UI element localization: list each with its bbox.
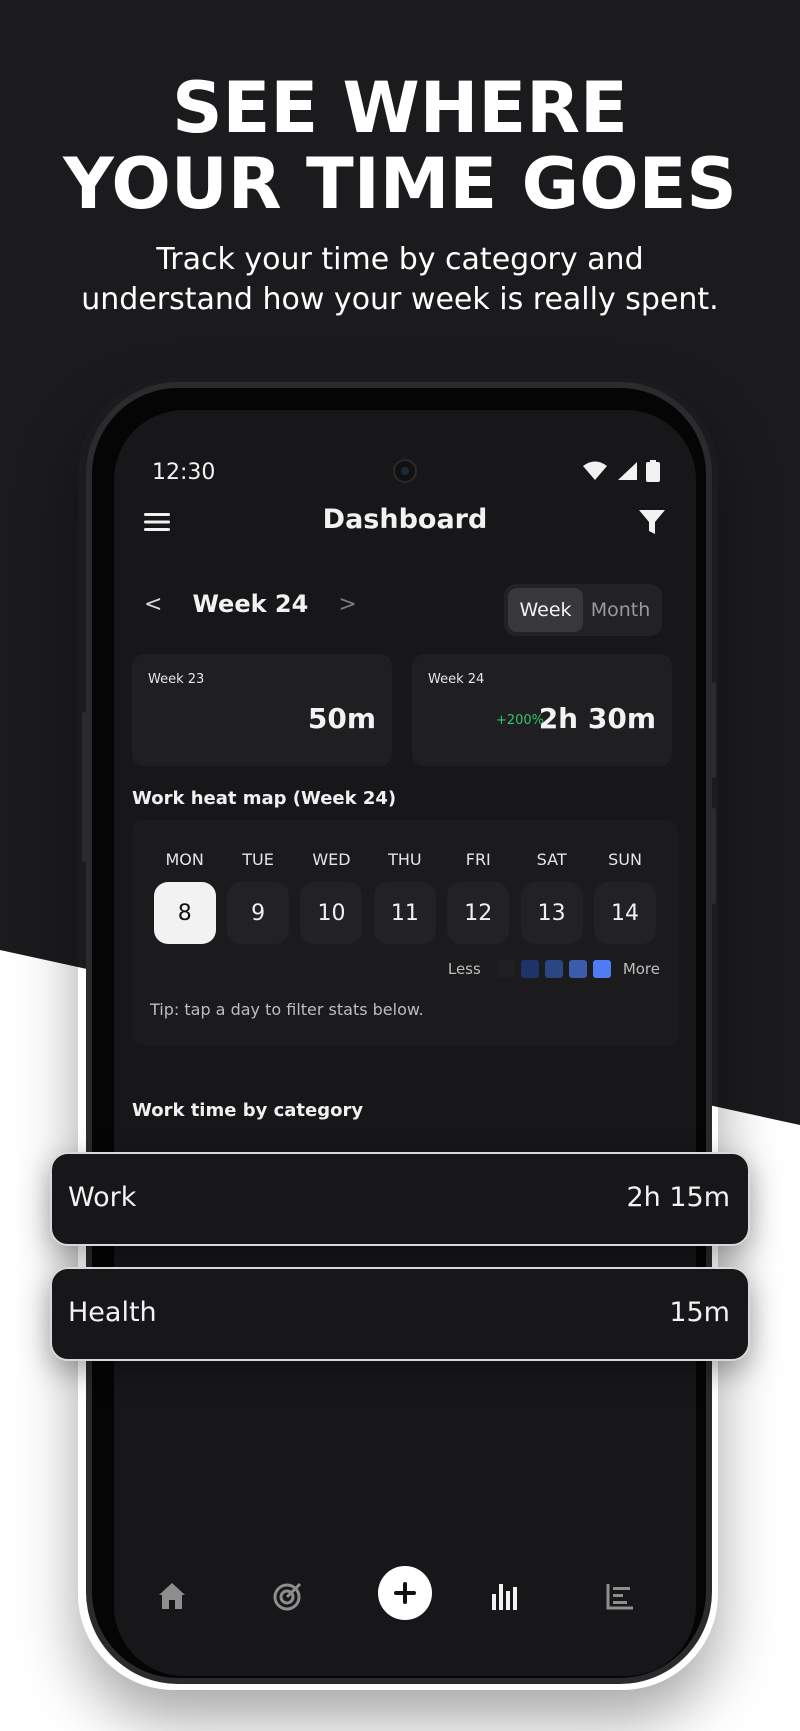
card-value: 50m xyxy=(307,702,376,735)
category-name: Health xyxy=(68,1297,157,1328)
list-chart-icon[interactable] xyxy=(600,1576,640,1616)
bottom-nav xyxy=(114,1566,696,1636)
add-icon xyxy=(394,1582,416,1604)
heat-map-days: 8 9 10 11 12 13 14 xyxy=(148,882,662,944)
legend-swatch-2 xyxy=(544,960,563,978)
home-icon[interactable] xyxy=(152,1576,192,1616)
subline-line-1: Track your time by category and xyxy=(156,242,644,277)
category-card-work[interactable]: Work 2h 15m xyxy=(50,1152,750,1246)
day-name: SAT xyxy=(536,850,567,869)
week-label: Week 24 xyxy=(192,590,309,618)
legend-less-label: Less xyxy=(447,960,481,978)
day-cell-thu[interactable]: 11 xyxy=(373,882,436,944)
filter-icon[interactable] xyxy=(638,508,666,536)
category-name: Work xyxy=(68,1182,137,1213)
phone-bezel: 12:30 Dashboard < Week 24 > Week Month W… xyxy=(92,388,706,1678)
headline-line-1: SEE WHERE xyxy=(172,67,628,149)
day-cell-mon[interactable]: 8 xyxy=(153,882,216,944)
phone-frame: 12:30 Dashboard < Week 24 > Week Month W… xyxy=(82,382,716,1684)
day-cell-sat[interactable]: 13 xyxy=(520,882,583,944)
legend-more-label: More xyxy=(622,960,660,978)
heat-map-legend: Less More xyxy=(448,960,660,978)
category-section-title: Work time by category xyxy=(132,1100,364,1121)
prev-week-button[interactable]: < xyxy=(144,592,162,617)
day-cell-fri[interactable]: 12 xyxy=(447,882,510,944)
subline-line-2: understand how your week is really spent… xyxy=(81,282,719,317)
camera-icon xyxy=(393,459,417,483)
legend-swatch-4 xyxy=(592,960,611,978)
page-title: Dashboard xyxy=(322,504,488,535)
status-time: 12:30 xyxy=(152,460,216,485)
day-cell-sun[interactable]: 14 xyxy=(594,882,657,944)
target-icon[interactable] xyxy=(268,1576,308,1616)
signal-icon xyxy=(618,462,637,480)
summary-card-current-week: Week 24 +200% 2h 30m xyxy=(412,654,672,766)
next-week-button[interactable]: > xyxy=(338,592,356,617)
headline-line-2: YOUR TIME GOES xyxy=(63,143,737,225)
phone-screen: 12:30 Dashboard < Week 24 > Week Month W… xyxy=(114,410,696,1676)
legend-swatch-0 xyxy=(496,960,515,978)
status-icons xyxy=(582,460,660,482)
phone-side-button-right-1 xyxy=(712,682,716,778)
day-cell-tue[interactable]: 9 xyxy=(227,882,290,944)
legend-swatch-1 xyxy=(520,960,539,978)
summary-card-prev-week: Week 23 50m xyxy=(132,654,392,766)
day-name: SUN xyxy=(608,850,642,869)
heat-map: MON TUE WED THU FRI SAT SUN 8 9 10 11 12… xyxy=(132,820,678,1046)
day-name: MON xyxy=(165,850,204,869)
week-navigator: < Week 24 > xyxy=(144,590,357,618)
bar-chart-icon[interactable] xyxy=(484,1576,524,1616)
change-badge: +200% xyxy=(495,713,544,728)
card-value: 2h 30m xyxy=(538,702,656,735)
card-label: Week 23 xyxy=(148,672,205,687)
legend-swatch-3 xyxy=(568,960,587,978)
toggle-week[interactable]: Week xyxy=(508,588,583,632)
add-entry-button[interactable] xyxy=(378,1566,432,1620)
day-name: TUE xyxy=(242,850,274,869)
period-toggle: Week Month xyxy=(504,584,662,636)
phone-side-button-left xyxy=(82,712,86,862)
category-card-health[interactable]: Health 15m xyxy=(50,1267,750,1361)
day-cell-wed[interactable]: 10 xyxy=(300,882,363,944)
heat-map-tip: Tip: tap a day to filter stats below. xyxy=(150,1000,424,1019)
promo-subline: Track your time by category and understa… xyxy=(0,240,800,320)
heat-map-day-names: MON TUE WED THU FRI SAT SUN xyxy=(148,850,662,869)
phone-side-button-right-2 xyxy=(712,808,716,904)
wifi-icon xyxy=(583,461,607,480)
toggle-month[interactable]: Month xyxy=(583,588,658,632)
category-duration: 2h 15m xyxy=(626,1182,730,1213)
battery-icon xyxy=(646,460,660,482)
day-name: THU xyxy=(388,850,422,869)
day-name: FRI xyxy=(465,850,491,869)
category-duration: 15m xyxy=(669,1297,730,1328)
promo-headline: SEE WHERE YOUR TIME GOES xyxy=(0,70,800,222)
card-label: Week 24 xyxy=(428,672,485,687)
day-name: WED xyxy=(312,850,351,869)
heat-map-title: Work heat map (Week 24) xyxy=(132,788,397,809)
